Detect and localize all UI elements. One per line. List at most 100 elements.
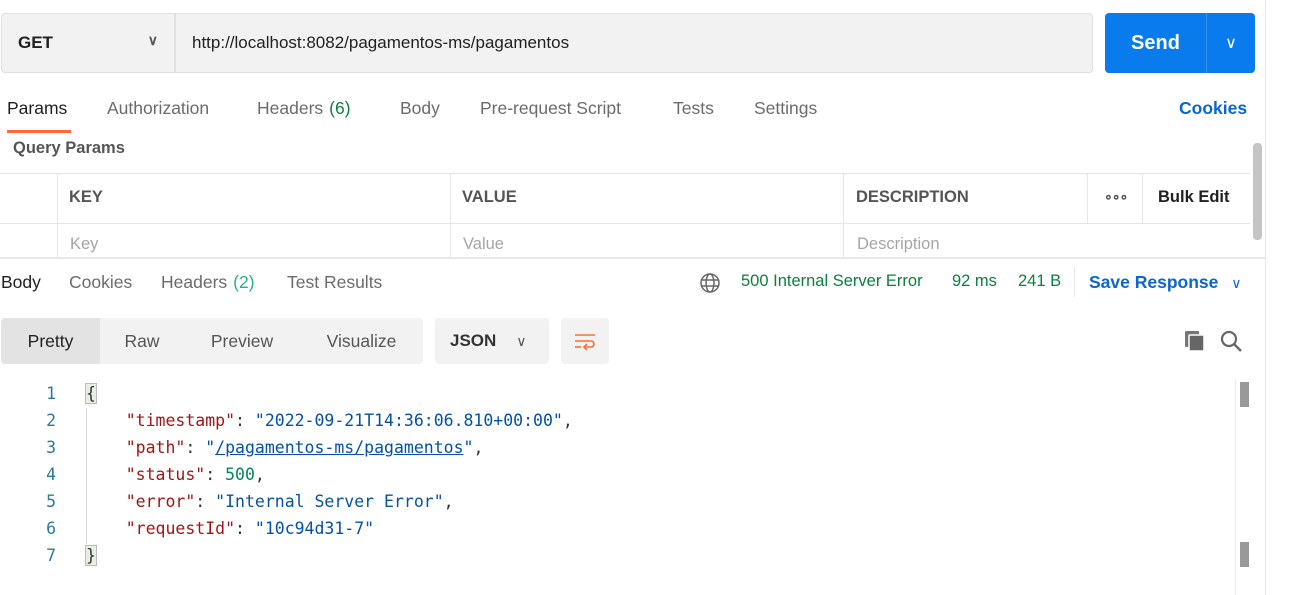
code-line: 3 "path": "/pagamentos-ms/pagamentos", xyxy=(0,434,573,461)
line-number: 5 xyxy=(46,492,56,511)
panel-border xyxy=(1265,0,1266,595)
chevron-down-icon: ∨ xyxy=(147,32,158,48)
token: 500 xyxy=(225,465,255,484)
token: , xyxy=(473,438,484,457)
response-size: 241 B xyxy=(1018,272,1062,290)
column-key: KEY xyxy=(69,188,103,206)
format-value: JSON xyxy=(450,331,497,350)
wrap-lines-button[interactable] xyxy=(561,318,609,364)
code-text: "error": "Internal Server Error", xyxy=(56,492,454,511)
pane-divider[interactable] xyxy=(0,257,1265,259)
cookies-link[interactable]: Cookies xyxy=(1179,98,1247,119)
token: : xyxy=(185,438,206,457)
response-tab-test-results[interactable]: Test Results xyxy=(287,272,382,293)
scrollbar[interactable] xyxy=(1240,542,1249,567)
token: "path" xyxy=(86,438,186,457)
tab-raw[interactable]: Raw xyxy=(100,318,184,364)
tab-pre-request-script[interactable]: Pre-request Script xyxy=(480,98,621,119)
token: "status" xyxy=(86,465,206,484)
tab-tests[interactable]: Tests xyxy=(673,98,714,119)
globe-icon xyxy=(700,273,720,293)
divider xyxy=(0,223,1250,224)
tab-authorization[interactable]: Authorization xyxy=(107,98,209,119)
format-select[interactable]: JSON ∨ xyxy=(435,318,549,364)
divider xyxy=(450,173,451,257)
tab-label: Test Results xyxy=(287,272,383,292)
token: "10c94d31-7" xyxy=(254,519,375,538)
line-number: 2 xyxy=(46,411,56,430)
value-input[interactable]: Value xyxy=(463,235,504,254)
divider xyxy=(1142,173,1143,223)
token: "timestamp" xyxy=(86,411,236,430)
token: " xyxy=(205,438,216,457)
tab-headers[interactable]: Headers (6) xyxy=(257,98,351,119)
more-options-icon[interactable]: ∘∘∘ xyxy=(1104,188,1128,205)
active-tab-indicator xyxy=(7,130,71,133)
tab-label: Body xyxy=(400,98,440,118)
token: "requestId" xyxy=(86,519,236,538)
scrollbar[interactable] xyxy=(1240,382,1249,407)
divider xyxy=(843,173,844,257)
path-link[interactable]: /pagamentos-ms/pagamentos xyxy=(215,438,463,457)
send-options-chevron-icon[interactable]: ∨ xyxy=(1207,33,1255,53)
tab-label: Headers xyxy=(257,98,324,118)
token: : xyxy=(235,411,255,430)
token: : xyxy=(235,519,255,538)
tab-label: Params xyxy=(7,98,68,118)
code-line: 5 "error": "Internal Server Error", xyxy=(0,488,573,515)
divider xyxy=(1235,380,1236,595)
token: "2022-09-21T14:36:06.810+00:00" xyxy=(254,411,563,430)
code-text: "path": "/pagamentos-ms/pagamentos", xyxy=(56,438,484,457)
method-value: GET xyxy=(18,33,53,52)
tab-params[interactable]: Params xyxy=(7,98,67,119)
line-number: 6 xyxy=(46,519,56,538)
url-input[interactable]: http://localhost:8082/pagamentos-ms/paga… xyxy=(175,13,1093,73)
response-time: 92 ms xyxy=(952,272,997,290)
divider xyxy=(57,173,58,257)
key-input[interactable]: Key xyxy=(70,235,98,254)
tab-preview[interactable]: Preview xyxy=(184,318,300,364)
chevron-down-icon: ∨ xyxy=(516,332,527,349)
code-text: { xyxy=(56,383,97,404)
response-tab-headers[interactable]: Headers (2) xyxy=(161,272,255,293)
status-code: 500 Internal Server Error xyxy=(741,272,923,290)
search-icon[interactable] xyxy=(1219,329,1243,353)
token: , xyxy=(254,465,265,484)
save-response-button[interactable]: Save Response ∨ xyxy=(1089,272,1242,293)
token: "error" xyxy=(86,492,196,511)
response-tab-body[interactable]: Body xyxy=(1,272,41,293)
tab-count-badge: (2) xyxy=(233,272,255,292)
method-select[interactable]: GET ∨ xyxy=(1,13,175,73)
send-button[interactable]: Send ∨ xyxy=(1105,13,1255,73)
code-line: 6 "requestId": "10c94d31-7" xyxy=(0,515,573,542)
tab-label: Tests xyxy=(673,98,714,118)
copy-icon[interactable] xyxy=(1183,329,1207,353)
send-label: Send xyxy=(1131,31,1180,54)
description-input[interactable]: Description xyxy=(857,235,940,254)
tab-label: Pre-request Script xyxy=(480,98,622,118)
tab-body[interactable]: Body xyxy=(400,98,440,119)
line-number: 3 xyxy=(46,438,56,457)
response-body[interactable]: 1{2 "timestamp": "2022-09-21T14:36:06.81… xyxy=(0,380,573,569)
token: , xyxy=(443,492,454,511)
tab-label: Authorization xyxy=(107,98,210,118)
bulk-edit-button[interactable]: Bulk Edit xyxy=(1158,188,1230,207)
code-text: "timestamp": "2022-09-21T14:36:06.810+00… xyxy=(56,411,573,430)
token: " xyxy=(463,438,474,457)
divider xyxy=(0,173,1250,174)
line-number: 4 xyxy=(46,465,56,484)
response-tab-cookies[interactable]: Cookies xyxy=(69,272,132,293)
save-response-label: Save Response xyxy=(1089,272,1219,292)
scrollbar[interactable] xyxy=(1253,143,1262,240)
token: } xyxy=(85,545,97,566)
token: : xyxy=(195,492,216,511)
token: , xyxy=(562,411,573,430)
tab-label: Cookies xyxy=(69,272,133,292)
chevron-down-icon: ∨ xyxy=(1231,275,1242,291)
tab-pretty[interactable]: Pretty xyxy=(1,318,100,364)
tab-visualize[interactable]: Visualize xyxy=(300,318,423,364)
code-line: 4 "status": 500, xyxy=(0,461,573,488)
token: { xyxy=(85,383,97,404)
code-line: 7} xyxy=(0,542,573,569)
tab-settings[interactable]: Settings xyxy=(754,98,817,119)
